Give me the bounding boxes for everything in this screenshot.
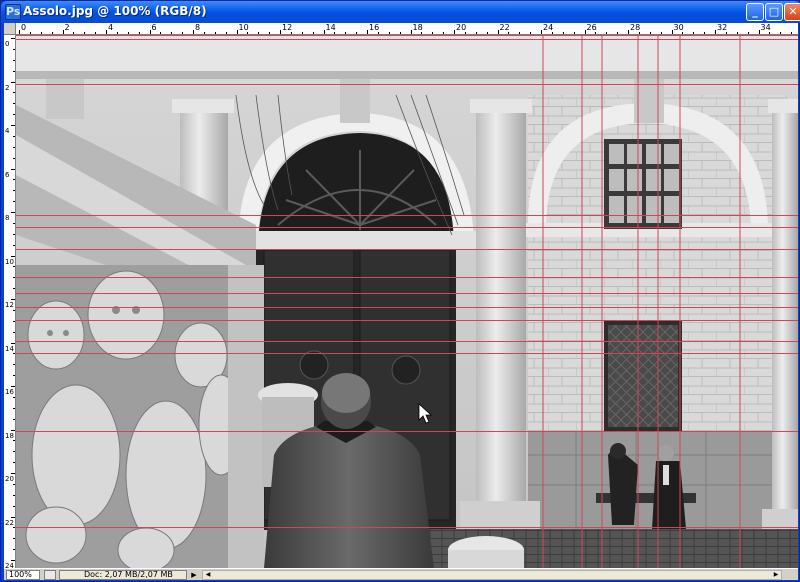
ruler-label: 26 [586,23,597,32]
document-size-info: Doc: 2,07 MB/2,07 MB [59,570,187,580]
ruler-label: 12 [5,301,14,309]
horizontal-ruler[interactable]: 0 2 4 6 8 10 12 14 16 18 20 22 24 26 28 30 32 34 [16,23,798,35]
ruler-label: 20 [5,475,14,483]
image-canvas[interactable] [16,35,798,568]
title-bar[interactable]: Ps Assolo.jpg @ 100% (RGB/8) _ □ ✕ [1,1,800,23]
ruler-label: 30 [673,23,684,32]
zoom-level-field[interactable]: 100% [6,570,40,580]
ruler-label: 0 [21,23,27,32]
ruler-label: 8 [5,214,10,222]
ruler-label: 10 [5,257,14,266]
window-title: Assolo.jpg @ 100% (RGB/8) [23,4,207,18]
scroll-left-icon[interactable]: ◀ [203,571,213,579]
photoshop-document-icon[interactable]: Ps [5,4,21,20]
ruler-label: 32 [717,23,728,32]
document-area: 0 2 4 6 8 10 12 14 16 18 20 22 24 26 28 30 32 34 0 2 4 6 8 10 1… [4,23,798,580]
ruler-label: 14 [5,344,14,353]
ruler-label: 24 [543,23,554,32]
minimize-icon[interactable]: _ [746,3,764,21]
ruler-label: 6 [5,170,10,179]
ruler-label: 16 [369,23,380,32]
ruler-label: 4 [5,127,10,135]
photo-scene [16,35,798,568]
scroll-right-icon[interactable]: ▶ [771,571,781,579]
navigator-icon[interactable] [44,570,56,580]
ruler-label: 34 [760,23,771,32]
ruler-label: 14 [325,23,336,32]
ruler-origin[interactable] [4,23,16,35]
horizontal-scrollbar[interactable]: ◀ ▶ [202,570,782,580]
ruler-label: 0 [5,40,10,48]
ruler-label: 2 [64,23,70,32]
photoshop-document-window: Ps Assolo.jpg @ 100% (RGB/8) _ □ ✕ 02468… [0,0,800,582]
close-icon[interactable]: ✕ [784,3,800,21]
ruler-label: 4 [108,23,114,32]
ruler-label: 18 [5,431,14,440]
ruler-label: 8 [195,23,201,32]
maximize-icon[interactable]: □ [765,3,783,21]
ruler-label: 22 [499,23,510,32]
ruler-label: 16 [5,388,14,396]
ruler-label: 2 [5,83,10,92]
ruler-label: 22 [5,518,14,527]
vertical-ruler[interactable]: 0 2 4 6 8 10 12 14 16 18 20 22 24 [4,35,16,568]
ruler-label: 20 [456,23,467,32]
ruler-label: 6 [151,23,157,32]
ruler-label: 28 [630,23,641,32]
ruler-label: 10 [238,23,249,32]
status-menu-arrow[interactable]: ▶ [189,570,199,580]
ruler-label: 12 [282,23,293,32]
ruler-label: 18 [412,23,423,32]
status-bar: 100% Doc: 2,07 MB/2,07 MB ▶ ◀ ▶ [4,568,798,580]
